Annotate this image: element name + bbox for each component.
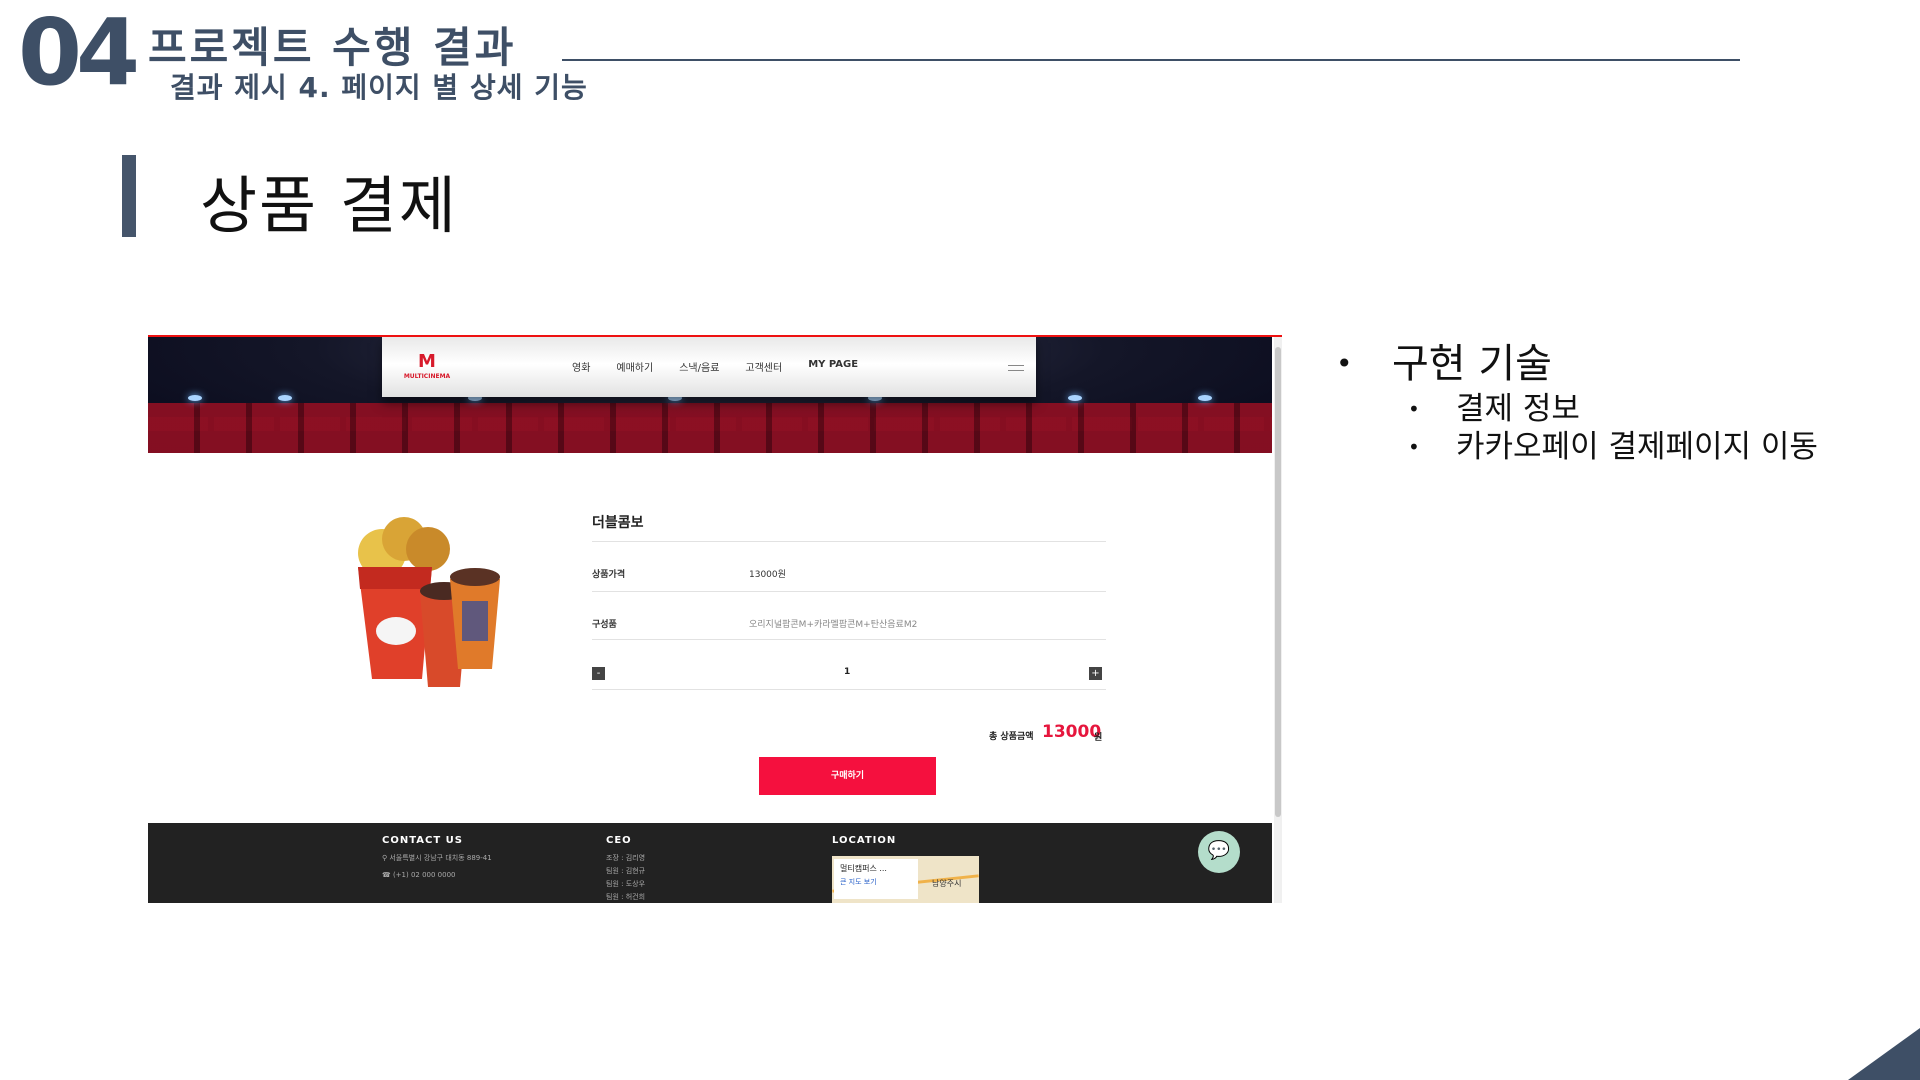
price-label: 상품가격 xyxy=(592,570,626,580)
location-map[interactable]: 멀티캠퍼스 ... 큰 지도 보기 남양주시 xyxy=(832,856,979,903)
footer-ceo-heading: CEO xyxy=(606,835,632,846)
phone-icon: ☎ xyxy=(382,871,393,879)
page-title: 상품 결제 xyxy=(200,169,458,242)
footer-phone-text: (+1) 02 000 0000 xyxy=(392,871,456,879)
footer-location: LOCATION xyxy=(832,835,896,853)
menu-icon[interactable] xyxy=(1008,365,1024,371)
footer-phone: ☎ (+1) 02 000 0000 xyxy=(382,871,492,879)
total-value: 13000 xyxy=(1042,722,1102,742)
title-accent-bar xyxy=(122,155,136,237)
feature-item: 카카오페이 결제페이지 이동 xyxy=(1336,428,1818,466)
footer-location-heading: LOCATION xyxy=(832,835,897,846)
feature-list: 구현 기술 결제 정보 카카오페이 결제페이지 이동 xyxy=(1336,338,1818,466)
quantity-minus-button[interactable]: - xyxy=(592,667,605,680)
map-info-card: 멀티캠퍼스 ... 큰 지도 보기 xyxy=(834,859,918,899)
divider xyxy=(592,689,1106,690)
nav-item-support[interactable]: 고객센터 xyxy=(745,359,782,374)
light-icon xyxy=(188,395,202,401)
footer-ceo: CEO 조장 : 김리영 팀원 : 김현규 팀원 : 도상우 팀원 : 허건희 xyxy=(606,835,645,903)
feature-item: 결제 정보 xyxy=(1336,390,1818,428)
scrollbar-thumb[interactable] xyxy=(1275,347,1281,817)
section-number: 04 xyxy=(18,0,140,106)
light-icon xyxy=(1068,395,1082,401)
ceo-line: 조장 : 김리영 xyxy=(606,854,646,862)
map-place-name: 멀티캠퍼스 ... xyxy=(840,864,887,873)
light-icon xyxy=(278,395,292,401)
nav-bar: M MULTICINEMA 영화 예매하기 스낵/음료 고객센터 MY PAGE xyxy=(382,337,1036,397)
map-large-link[interactable]: 큰 지도 보기 xyxy=(840,877,912,887)
ceo-line: 팀원 : 허건희 xyxy=(606,893,646,901)
nav-item-mypage[interactable]: MY PAGE xyxy=(808,359,858,374)
hero-banner: M MULTICINEMA 영화 예매하기 스낵/음료 고객센터 MY PAGE xyxy=(148,337,1272,453)
main-nav: 영화 예매하기 스낵/음료 고객센터 MY PAGE xyxy=(572,359,858,374)
footer-address: ⚲ 서울특별시 강남구 대치동 889-41 xyxy=(382,853,492,863)
scrollbar[interactable] xyxy=(1274,337,1282,903)
section-subtitle: 결과 제시 4. 페이지 별 상세 기능 xyxy=(170,71,588,104)
total-label: 총 상품금액 xyxy=(989,732,1034,742)
divider xyxy=(592,591,1106,592)
nav-item-booking[interactable]: 예매하기 xyxy=(616,359,653,374)
popcorn-combo-image xyxy=(358,517,500,687)
price-value: 13000원 xyxy=(749,570,786,580)
ceo-line: 팀원 : 김현규 xyxy=(606,867,646,875)
total-unit: 원 xyxy=(1094,733,1103,743)
product-name: 더블콤보 xyxy=(592,515,644,531)
nav-item-movie[interactable]: 영화 xyxy=(572,359,590,374)
light-icon xyxy=(1198,395,1212,401)
logo-icon: M xyxy=(418,351,436,372)
footer-contact: CONTACT US ⚲ 서울특별시 강남구 대치동 889-41 ☎ (+1)… xyxy=(382,835,492,887)
divider xyxy=(592,541,1106,542)
header-rule xyxy=(562,59,1740,61)
logo-text: MULTICINEMA xyxy=(403,373,451,380)
components-label: 구성품 xyxy=(592,620,617,630)
chat-icon[interactable]: 💬 xyxy=(1198,831,1240,873)
ceo-line: 팀원 : 도상우 xyxy=(606,880,646,888)
components-value: 오리지널팝콘M+카라멜팝콘M+탄산음료M2 xyxy=(749,620,918,630)
site-logo[interactable]: M MULTICINEMA xyxy=(402,351,452,381)
site-footer: CONTACT US ⚲ 서울특별시 강남구 대치동 889-41 ☎ (+1)… xyxy=(148,823,1272,903)
theater-seats xyxy=(148,403,1272,453)
quantity-value: 1 xyxy=(844,667,851,677)
nav-item-snack[interactable]: 스낵/음료 xyxy=(679,359,719,374)
footer-contact-heading: CONTACT US xyxy=(382,835,463,846)
quantity-plus-button[interactable]: + xyxy=(1089,667,1102,680)
map-area-label: 남양주시 xyxy=(932,879,962,888)
footer-address-text: 서울특별시 강남구 대치동 889-41 xyxy=(389,854,492,862)
divider xyxy=(592,639,1106,640)
buy-button[interactable]: 구매하기 xyxy=(759,757,936,795)
corner-decoration xyxy=(1848,1028,1920,1080)
website-screenshot: M MULTICINEMA 영화 예매하기 스낵/음료 고객센터 MY PAGE… xyxy=(148,335,1282,903)
feature-heading: 구현 기술 xyxy=(1336,338,1818,390)
